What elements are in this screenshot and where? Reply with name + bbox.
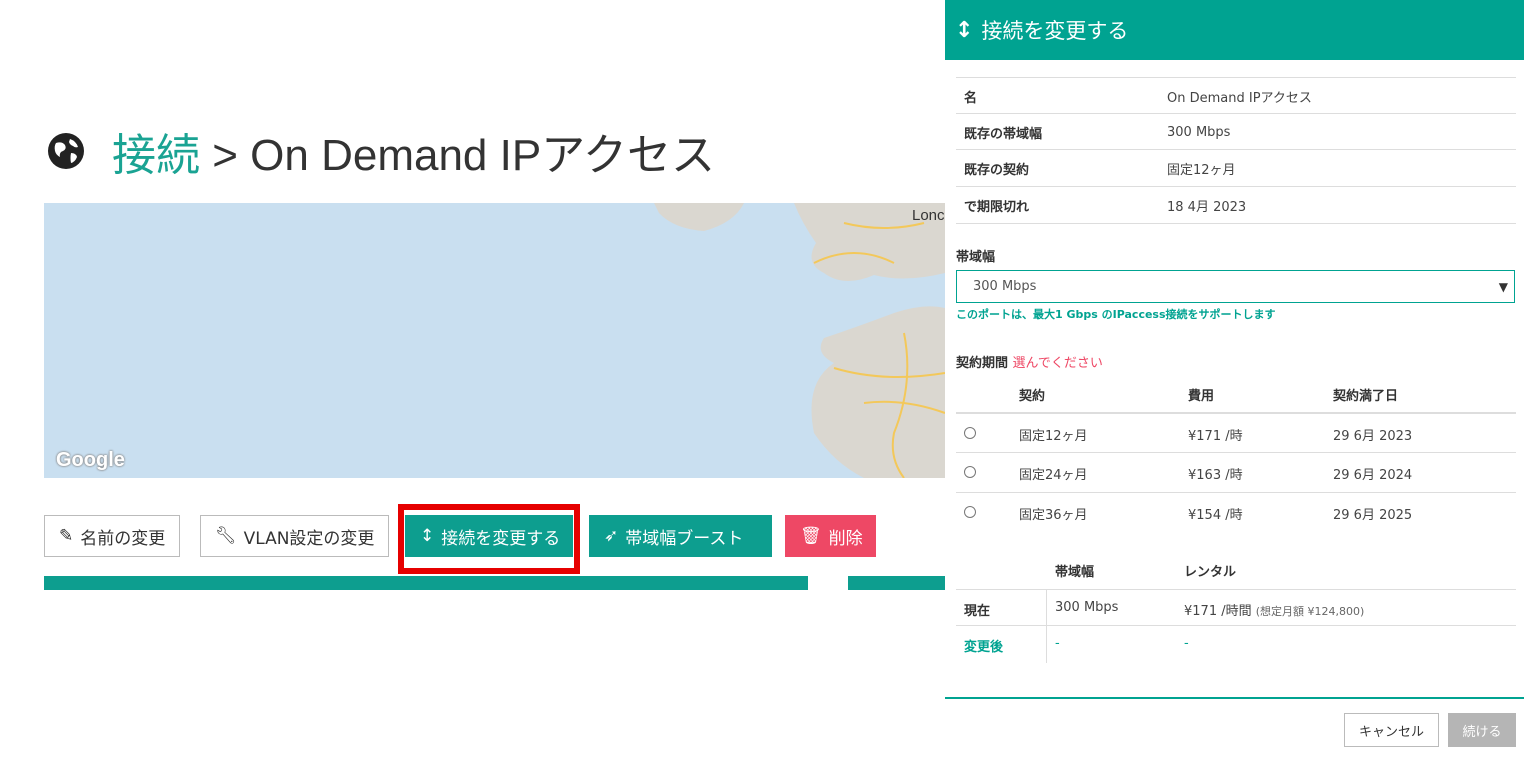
contract-radio[interactable] [964, 427, 976, 439]
contract-name: 固定12ヶ月 [1019, 429, 1088, 444]
info-row: 名 On Demand IPアクセス [956, 77, 1516, 114]
bandwidth-select[interactable]: 300 Mbps ▼ [956, 270, 1515, 303]
info-key: で期限切れ [964, 199, 1030, 215]
info-value: 300 Mbps [1167, 124, 1231, 140]
contract-name: 固定24ヶ月 [1019, 468, 1088, 483]
contract-row[interactable]: 固定36ヶ月 ¥154 /時 29 6月 2025 [956, 492, 1516, 533]
contract-name: 固定36ヶ月 [1019, 508, 1088, 523]
summary-rental: - [1184, 636, 1189, 651]
bandwidth-select-value: 300 Mbps [973, 279, 1037, 294]
info-value: On Demand IPアクセス [1167, 90, 1312, 106]
delete-button-label: 削除 [828, 528, 863, 549]
bandwidth-label: 帯域幅 [956, 250, 996, 265]
arrows-vertical-icon: ↕ [955, 17, 974, 43]
summary-rental: ¥171 /時間 [1184, 604, 1252, 619]
term-label-group: 契約期間 選んでください [956, 352, 1103, 371]
contract-row[interactable]: 固定12ヶ月 ¥171 /時 29 6月 2023 [956, 412, 1516, 454]
arrows-vertical-icon: ↕ [420, 526, 435, 546]
info-row: 既存の帯域幅 300 Mbps [956, 113, 1516, 150]
summary-label: 変更後 [964, 640, 1004, 655]
summary-bandwidth: 300 Mbps [1055, 600, 1119, 615]
contract-header: 契約 [1019, 389, 1046, 404]
summary-rental-header: レンタル [1184, 565, 1237, 580]
map-land [654, 203, 945, 478]
contract-end-date: 29 6月 2023 [1333, 429, 1413, 444]
info-row: 既存の契約 固定12ヶ月 [956, 149, 1516, 186]
vlan-settings-button[interactable]: 🔧︎ VLAN設定の変更 [200, 515, 390, 557]
edit-icon: ✎ [59, 526, 74, 546]
modal-title: 接続を変更する [981, 19, 1129, 43]
contract-end-date: 29 6月 2025 [1333, 508, 1413, 523]
trash-icon: 🗑︎ [800, 526, 822, 546]
contract-cost: ¥163 /時 [1188, 468, 1243, 483]
map-city-label: Lonc [912, 207, 945, 224]
vlan-settings-button-label: VLAN設定の変更 [243, 528, 375, 549]
summary-rental-group: ¥171 /時間 (想定月額 ¥124,800) [1184, 600, 1364, 619]
modal-footer-divider [945, 697, 1524, 699]
continue-button[interactable]: 続ける [1448, 713, 1516, 747]
end-date-header: 契約満了日 [1333, 389, 1399, 404]
summary-bandwidth-header: 帯域幅 [1055, 565, 1095, 580]
contract-radio[interactable] [964, 466, 976, 478]
contract-end-date: 29 6月 2024 [1333, 468, 1413, 483]
term-label: 契約期間 [956, 356, 1009, 371]
breadcrumb-link-connections[interactable]: 接続 [112, 131, 200, 180]
chevron-down-icon: ▼ [1498, 279, 1508, 294]
info-key: 既存の帯域幅 [964, 126, 1043, 142]
contract-radio[interactable] [964, 506, 976, 518]
info-row: で期限切れ 18 4月 2023 [956, 186, 1516, 224]
bandwidth-boost-button[interactable]: ➶ 帯域幅ブースト [589, 515, 772, 557]
info-value: 固定12ヶ月 [1167, 162, 1236, 178]
contract-row[interactable]: 固定24ヶ月 ¥163 /時 29 6月 2024 [956, 452, 1516, 493]
summary-row-after: 変更後 - - [956, 625, 1516, 662]
change-connection-button[interactable]: ↕ 接続を変更する [405, 515, 573, 557]
rocket-icon: ➶ [604, 526, 619, 546]
page-title: 接続 > On Demand IPアクセス [44, 118, 715, 184]
globe-icon [48, 133, 84, 169]
contract-cost: ¥171 /時 [1188, 429, 1243, 444]
change-connection-button-label: 接続を変更する [441, 528, 561, 549]
panel-header-left [44, 576, 808, 590]
cost-header: 費用 [1188, 389, 1215, 404]
change-connection-modal: ↕ 接続を変更する 名 On Demand IPアクセス 既存の帯域幅 300 … [945, 0, 1524, 757]
map[interactable]: Lonc Google [44, 203, 945, 478]
summary-row-current: 現在 300 Mbps ¥171 /時間 (想定月額 ¥124,800) [956, 589, 1516, 626]
summary-rental-note: (想定月額 ¥124,800) [1255, 605, 1365, 618]
panel-header-right [848, 576, 945, 590]
info-key: 既存の契約 [964, 162, 1030, 178]
rename-button-label: 名前の変更 [80, 528, 166, 549]
breadcrumb-separator: > [200, 131, 251, 180]
breadcrumb-current: On Demand IPアクセス [250, 131, 715, 180]
wrench-icon: 🔧︎ [215, 526, 237, 546]
rename-button[interactable]: ✎ 名前の変更 [44, 515, 181, 557]
summary-label: 現在 [964, 604, 991, 619]
bandwidth-hint: このポートは、最大1 Gbps のIPaccess接続をサポートします [956, 308, 1276, 321]
modal-header: ↕ 接続を変更する [945, 0, 1524, 60]
summary-divider [1046, 589, 1047, 663]
delete-button[interactable]: 🗑︎ 削除 [785, 515, 876, 557]
google-logo: Google [56, 449, 125, 471]
bandwidth-boost-button-label: 帯域幅ブースト [625, 528, 744, 549]
term-prompt: 選んでください [1012, 356, 1103, 371]
summary-bandwidth: - [1055, 636, 1060, 651]
contract-cost: ¥154 /時 [1188, 508, 1243, 523]
info-key: 名 [964, 90, 978, 106]
cancel-button[interactable]: キャンセル [1344, 713, 1439, 747]
info-value: 18 4月 2023 [1167, 199, 1247, 215]
